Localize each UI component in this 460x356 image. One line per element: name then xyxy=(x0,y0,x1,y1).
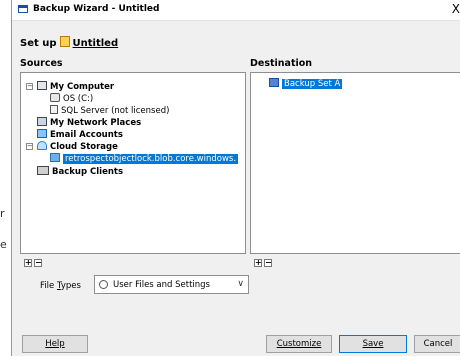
add-source-icon[interactable]: + xyxy=(24,259,32,267)
tree-item-email-accounts[interactable]: Email Accounts xyxy=(37,129,123,141)
file-types-label: File Types xyxy=(40,281,81,291)
cancel-button[interactable]: Cancel xyxy=(414,335,460,353)
tree-item-sql-server[interactable]: SQL Server (not licensed) xyxy=(50,105,169,117)
tree-item-cloud-storage[interactable]: Cloud Storage xyxy=(37,141,118,153)
bucket-icon xyxy=(50,153,60,162)
setup-name-link[interactable]: Untitled xyxy=(73,38,119,49)
destination-heading: Destination xyxy=(250,58,313,69)
sources-tree[interactable]: − My Computer OS (C:) SQL Server (not li… xyxy=(20,72,246,254)
tree-item-my-computer[interactable]: My Computer xyxy=(37,81,114,93)
destination-list[interactable]: Backup Set A xyxy=(250,72,460,254)
clients-icon xyxy=(37,166,49,175)
setup-heading: Set up Untitled xyxy=(20,36,119,49)
file-types-select[interactable]: User Files and Settings ∨ xyxy=(94,275,249,294)
tree-item-cloud-bucket[interactable]: retrospectobjectlock.blob.core.windows. xyxy=(50,153,239,165)
collapse-cloud-storage-icon[interactable]: − xyxy=(26,143,33,150)
collapse-my-computer-icon[interactable]: − xyxy=(26,83,33,90)
remove-source-icon[interactable]: − xyxy=(34,259,42,267)
window-app-icon xyxy=(18,5,28,13)
tree-item-os-drive[interactable]: OS (C:) xyxy=(50,93,93,105)
network-icon xyxy=(37,117,47,126)
email-icon xyxy=(37,129,47,138)
remove-destination-icon[interactable]: − xyxy=(264,259,272,267)
window-title: Backup Wizard - Untitled xyxy=(33,4,160,14)
backup-wizard-window: Backup Wizard - Untitled X Set up Untitle… xyxy=(11,0,460,356)
list-item-backup-set[interactable]: Backup Set A xyxy=(269,78,343,90)
server-icon xyxy=(50,105,58,114)
help-button[interactable]: Help xyxy=(22,335,88,353)
title-bar[interactable]: Backup Wizard - Untitled X xyxy=(12,0,460,21)
add-destination-icon[interactable]: + xyxy=(254,259,262,267)
document-icon xyxy=(59,36,70,47)
chevron-down-icon[interactable]: ∨ xyxy=(237,279,244,289)
disk-icon xyxy=(50,93,60,102)
save-button[interactable]: Save xyxy=(339,335,407,353)
close-icon[interactable]: X xyxy=(452,2,460,16)
backup-set-icon xyxy=(269,78,279,87)
tree-item-backup-clients[interactable]: Backup Clients xyxy=(37,166,123,178)
background-text-fragment: r xyxy=(0,207,5,220)
customize-button[interactable]: Customize xyxy=(266,335,332,353)
cloud-icon xyxy=(37,141,47,150)
sources-heading: Sources xyxy=(20,58,63,69)
computer-icon xyxy=(37,81,47,90)
file-types-icon xyxy=(99,280,108,289)
tree-item-network-places[interactable]: My Network Places xyxy=(37,117,141,129)
background-text-fragment: e xyxy=(0,238,7,251)
